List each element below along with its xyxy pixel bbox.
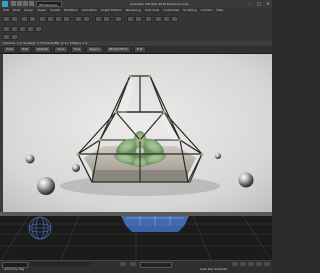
modeling-tab-button[interactable]	[11, 26, 18, 32]
tiles-button[interactable]: Tiles	[70, 46, 84, 53]
render-button[interactable]	[171, 16, 178, 22]
render-viewport[interactable]	[0, 54, 272, 212]
freeform-tab-button[interactable]	[19, 26, 26, 32]
maximize-button[interactable]: □	[255, 1, 263, 7]
scale-button[interactable]	[63, 16, 70, 22]
app-logo-icon[interactable]	[2, 1, 8, 7]
absolute-mode-icon[interactable]	[130, 262, 136, 266]
next-frame-icon[interactable]	[240, 262, 246, 266]
pan-icon[interactable]	[256, 262, 262, 266]
new-file-icon[interactable]	[11, 1, 16, 6]
render-frame-button[interactable]	[163, 16, 170, 22]
lock-icon[interactable]	[120, 262, 126, 266]
coordinate-field[interactable]	[140, 262, 172, 268]
wireframe-view	[0, 214, 272, 262]
minimize-button[interactable]: –	[246, 1, 254, 7]
save-image-button[interactable]: Save	[54, 46, 68, 53]
snap-button[interactable]	[75, 16, 82, 22]
curve-editor-button[interactable]	[127, 16, 134, 22]
redo-button[interactable]	[11, 16, 18, 22]
undo-icon[interactable]	[29, 1, 34, 6]
play-icon[interactable]	[232, 262, 238, 266]
schematic-button[interactable]	[135, 16, 142, 22]
close-button[interactable]: ×	[264, 1, 272, 7]
undo-button[interactable]	[3, 16, 10, 22]
prompt-line	[30, 262, 90, 266]
mirror-button[interactable]	[95, 16, 102, 22]
render-setup-button[interactable]	[155, 16, 162, 22]
perspective-viewport[interactable]	[0, 212, 272, 262]
status-bar: Add Time Tag Auto Key Selected	[0, 260, 272, 273]
auto-key-status[interactable]: Auto Key Selected	[200, 267, 227, 272]
view-button[interactable]: View	[3, 46, 17, 53]
ribbon-toggle-button[interactable]	[3, 26, 10, 32]
workspace-selector[interactable]: Workspaces: Default	[36, 1, 62, 13]
selection-tab-button[interactable]	[27, 26, 34, 32]
zoom-icon[interactable]	[248, 262, 254, 266]
main-toolbar	[0, 13, 272, 42]
refresh-button[interactable]: Refresh	[33, 46, 52, 53]
select-button[interactable]	[39, 16, 46, 22]
image-processing-button[interactable]: IMAGE PROC	[105, 46, 131, 53]
window-title: Autodesk 3ds Max 2016 terrarium.max	[130, 2, 189, 6]
orbit-icon[interactable]	[264, 262, 270, 266]
save-icon[interactable]	[23, 1, 28, 6]
layer-button[interactable]	[115, 16, 122, 22]
edit-button[interactable]: Edit	[19, 46, 31, 53]
rotate-button[interactable]	[55, 16, 62, 22]
move-button[interactable]	[47, 16, 54, 22]
angle-snap-button[interactable]	[83, 16, 90, 22]
edit-options-button[interactable]: Edit	[133, 46, 146, 53]
wireframe-base	[120, 214, 190, 232]
frame-buffer-toolbar: View Edit Refresh Save Tiles Region IMAG…	[0, 46, 272, 54]
object-paint-tab-button[interactable]	[35, 26, 42, 32]
open-file-icon[interactable]	[17, 1, 22, 6]
align-button[interactable]	[103, 16, 110, 22]
link-button[interactable]	[21, 16, 28, 22]
scene-explorer-button[interactable]	[3, 34, 10, 40]
unlink-button[interactable]	[29, 16, 36, 22]
layer-explorer-button[interactable]	[11, 34, 18, 40]
material-editor-button[interactable]	[145, 16, 152, 22]
render-image	[0, 54, 272, 212]
add-time-tag[interactable]: Add Time Tag	[4, 267, 24, 272]
region-button[interactable]: Region	[86, 46, 103, 53]
